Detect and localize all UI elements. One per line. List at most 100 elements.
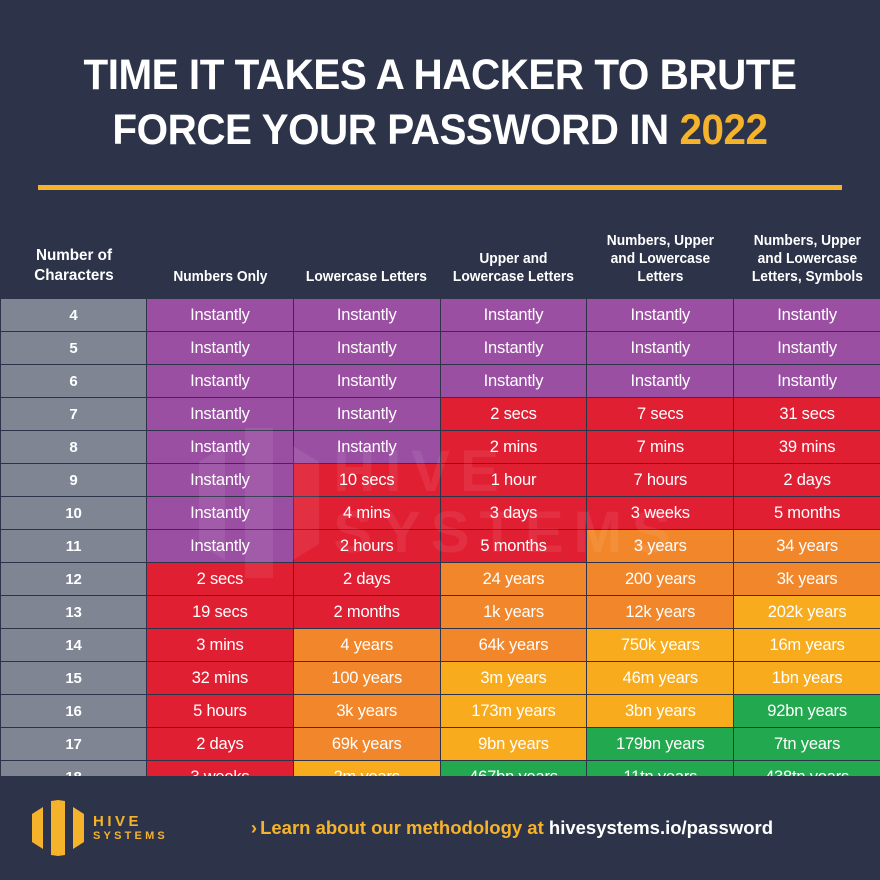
password-table-wrap: HIVE SYSTEMS Number of Characters Number… [0,212,880,795]
brand-line-2: SYSTEMS [93,830,168,843]
table-row: 14 3 mins 4 years 64k years 750k years 16m ye… [0,628,880,663]
crack-time-cell: Instantly [146,397,294,432]
crack-time-cell: 46m years [586,661,735,696]
table-row: 5 Instantly Instantly Instantly Instantly Ins… [0,331,880,366]
crack-time-cell: Instantly [439,331,588,366]
gold-divider [38,185,842,191]
crack-time-cell: 5 months [733,496,880,531]
crack-time-cell: 7 hours [586,463,735,498]
table-head: Number of Characters Numbers Only Lowerc… [1,212,880,299]
crack-time-cell: Instantly [146,331,294,366]
chevron-right-icon: › [250,817,258,838]
character-count-cell: 16 [0,694,147,729]
hive-systems-logo[interactable]: HIVE SYSTEMS [32,800,168,856]
crack-time-cell: 39 mins [733,430,880,465]
table-row: 7 Instantly Instantly 2 secs 7 secs 31 secs [0,397,880,432]
crack-time-cell: 200 years [586,562,735,597]
crack-time-cell: 2 days [733,463,880,498]
table-row: 11 Instantly 2 hours 5 months 3 years 34 year… [0,529,880,564]
crack-time-cell: 7 mins [586,430,735,465]
crack-time-cell: 19 secs [146,595,294,630]
crack-time-cell: Instantly [586,364,735,399]
crack-time-cell: Instantly [292,331,441,366]
character-count-cell: 12 [0,562,147,597]
crack-time-cell: Instantly [439,298,588,333]
table-row: 8 Instantly Instantly 2 mins 7 mins 39 mins [0,430,880,465]
crack-time-cell: 24 years [439,562,588,597]
crack-time-cell: Instantly [439,364,588,399]
table-row: 13 19 secs 2 months 1k years 12k years 202k y… [0,595,880,630]
table-row: 10 Instantly 4 mins 3 days 3 weeks 5 months [0,496,880,531]
methodology-link[interactable]: › Learn about our methodology at hivesyst… [168,817,856,839]
character-count-cell: 11 [0,529,147,564]
crack-time-cell: 2 secs [146,562,294,597]
crack-time-cell: 5 months [439,529,588,564]
brand-line-1: HIVE [93,812,143,830]
table-row: 17 2 days 69k years 9bn years 179bn years 7tn… [0,727,880,762]
crack-time-cell: Instantly [146,529,294,564]
crack-time-cell: 2 months [292,595,441,630]
column-header-numbers-upper-lowercase-symbols: Numbers, Upper and Lowercase Letters, Sy… [737,212,877,299]
character-count-cell: 17 [0,727,147,762]
crack-time-cell: 100 years [292,661,441,696]
hive-hexagon-logo-icon [32,800,84,856]
table-row: 15 32 mins 100 years 3m years 46m years 1bn y… [0,661,880,696]
table-row: 4 Instantly Instantly Instantly Instantly Ins… [0,298,880,333]
title-block: TIME IT TAKES A HACKER TO BRUTE FORCE YO… [0,0,880,158]
crack-time-cell: 3 years [586,529,735,564]
crack-time-cell: 1bn years [733,661,880,696]
crack-time-cell: 12k years [586,595,735,630]
page-title: TIME IT TAKES A HACKER TO BRUTE FORCE YO… [64,48,816,158]
character-count-cell: 13 [0,595,147,630]
footer: HIVE SYSTEMS › Learn about our methodolog… [0,776,880,880]
crack-time-cell: Instantly [586,331,735,366]
crack-time-cell: 34 years [733,529,880,564]
crack-time-cell: 202k years [733,595,880,630]
table-row: 16 5 hours 3k years 173m years 3bn years 92bn… [0,694,880,729]
character-count-cell: 7 [0,397,147,432]
methodology-url: hivesystems.io/password [548,817,774,838]
table-body: 4 Instantly Instantly Instantly Instantly Ins… [0,298,880,795]
crack-time-cell: 750k years [586,628,735,663]
title-line-1: TIME IT TAKES A HACKER TO BRUTE [83,51,797,99]
crack-time-cell: 179bn years [586,727,735,762]
column-header-numbers-only: Numbers Only [150,212,290,299]
crack-time-cell: Instantly [146,430,294,465]
crack-time-cell: Instantly [733,364,880,399]
character-count-cell: 15 [0,661,147,696]
crack-time-cell: 64k years [439,628,588,663]
crack-time-cell: Instantly [292,430,441,465]
brute-force-times-table: Number of Characters Numbers Only Lowerc… [0,212,880,795]
crack-time-cell: 1k years [439,595,588,630]
crack-time-cell: 3 weeks [586,496,735,531]
crack-time-cell: Instantly [292,364,441,399]
crack-time-cell: 1 hour [439,463,588,498]
crack-time-cell: 173m years [439,694,588,729]
crack-time-cell: 32 mins [146,661,294,696]
crack-time-cell: Instantly [586,298,735,333]
character-count-cell: 6 [0,364,147,399]
crack-time-cell: 2 secs [439,397,588,432]
crack-time-cell: Instantly [733,331,880,366]
crack-time-cell: 69k years [292,727,441,762]
column-header-upper-and-lowercase-letters: Upper and Lowercase Letters [443,212,584,299]
column-header-number-of-characters: Number of Characters [4,212,143,299]
crack-time-cell: 3k years [292,694,441,729]
character-count-cell: 9 [0,463,147,498]
crack-time-cell: 2 mins [439,430,588,465]
character-count-cell: 10 [0,496,147,531]
crack-time-cell: 4 mins [292,496,441,531]
hive-systems-wordmark: HIVE SYSTEMS [93,813,168,844]
character-count-cell: 8 [0,430,147,465]
crack-time-cell: 16m years [733,628,880,663]
crack-time-cell: 7 secs [586,397,735,432]
crack-time-cell: Instantly [146,364,294,399]
column-header-numbers-upper-lowercase-letters: Numbers, Upper and Lowercase Letters [590,212,731,299]
crack-time-cell: 31 secs [733,397,880,432]
column-header-lowercase-letters: Lowercase Letters [296,212,437,299]
crack-time-cell: 7tn years [733,727,880,762]
crack-time-cell: 5 hours [146,694,294,729]
table-header-row: Number of Characters Numbers Only Lowerc… [1,212,880,299]
character-count-cell: 5 [0,331,147,366]
crack-time-cell: 9bn years [439,727,588,762]
